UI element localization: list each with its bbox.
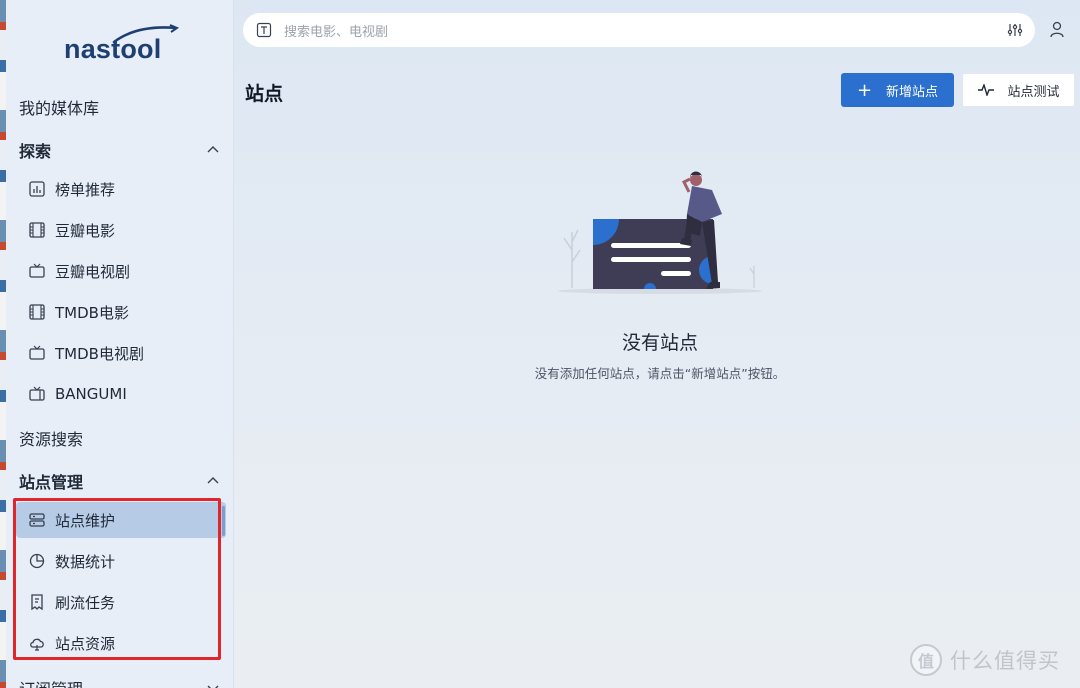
- sidebar-item-rankings[interactable]: 榜单推荐: [16, 171, 226, 207]
- tv-icon: [29, 263, 45, 278]
- activity-icon: [978, 84, 995, 96]
- task-icon: [31, 594, 43, 611]
- sidebar-item-label: 刷流任务: [55, 593, 116, 612]
- sidebar-item-label: 数据统计: [55, 552, 116, 571]
- sidebar-item-media-library[interactable]: 我的媒体库: [19, 95, 99, 119]
- sidebar-item-douban-movies[interactable]: 豆瓣电影: [16, 212, 226, 248]
- cloud-icon: [30, 638, 44, 651]
- sidebar-item-site-maintenance[interactable]: 站点维护: [16, 502, 226, 538]
- section-label: 探索: [19, 142, 52, 161]
- test-site-label: 站点测试: [1007, 84, 1060, 100]
- sidebar-section-subscription[interactable]: 订阅管理: [19, 676, 221, 688]
- chevron-up-icon: [207, 146, 219, 153]
- logo-text: nastool: [64, 34, 162, 64]
- search-input[interactable]: 搜索电影、电视剧: [284, 21, 388, 40]
- film-icon: [29, 304, 45, 320]
- active-indicator: [222, 506, 225, 536]
- sidebar-item-site-resources[interactable]: 站点资源: [16, 625, 226, 661]
- filter-sliders-icon[interactable]: [1007, 22, 1023, 38]
- tv-retro-icon: [29, 386, 45, 401]
- search-bar[interactable]: 搜索电影、电视剧: [243, 13, 1035, 47]
- chevron-down-icon: [207, 685, 219, 688]
- sidebar-item-resource-search[interactable]: 资源搜索: [19, 426, 83, 450]
- chevron-up-icon: [207, 477, 219, 484]
- add-site-label: 新增站点: [886, 84, 939, 100]
- pie-chart-icon: [29, 553, 45, 569]
- sidebar-item-douban-tv[interactable]: 豆瓣电视剧: [16, 253, 226, 289]
- chart-bar-icon: [29, 181, 45, 197]
- sidebar-section-explore[interactable]: 探索: [19, 138, 221, 162]
- empty-state-illustration: [558, 171, 762, 294]
- empty-state-title: 没有站点: [621, 332, 698, 354]
- sidebar-item-data-stats[interactable]: 数据统计: [16, 543, 226, 579]
- film-icon: [29, 222, 45, 238]
- app-logo[interactable]: nastool: [64, 24, 184, 68]
- add-site-button[interactable]: + 新增站点: [841, 73, 954, 107]
- test-site-button[interactable]: 站点测试: [962, 73, 1075, 107]
- section-label: 站点管理: [19, 473, 84, 492]
- sidebar-item-label: BANGUMI: [55, 385, 127, 403]
- sidebar-item-brush-tasks[interactable]: 刷流任务: [16, 584, 226, 620]
- section-label: 订阅管理: [19, 676, 83, 688]
- empty-state-description: 没有添加任何站点，请点击“新增站点”按钮。: [534, 366, 786, 381]
- watermark-text: 什么值得买: [950, 649, 1060, 673]
- sidebar-item-label: 站点资源: [55, 634, 116, 653]
- watermark: 值 什么值得买: [910, 644, 1060, 676]
- sidebar-item-tmdb-movies[interactable]: TMDB电影: [16, 294, 226, 330]
- sidebar-item-label: 站点维护: [55, 511, 116, 530]
- page-title: 站点: [245, 83, 284, 105]
- server-icon: [29, 513, 45, 527]
- sidebar-item-label: TMDB电影: [55, 303, 129, 322]
- user-icon[interactable]: [1049, 21, 1065, 38]
- text-search-icon: [256, 22, 272, 38]
- sidebar-item-label: 豆瓣电视剧: [55, 262, 131, 281]
- sidebar-section-site-management[interactable]: 站点管理: [19, 469, 221, 493]
- plus-icon: +: [856, 79, 873, 101]
- sidebar-item-label: 榜单推荐: [55, 180, 116, 199]
- watermark-logo: 值: [910, 644, 942, 676]
- sidebar-item-label: 豆瓣电影: [55, 221, 116, 240]
